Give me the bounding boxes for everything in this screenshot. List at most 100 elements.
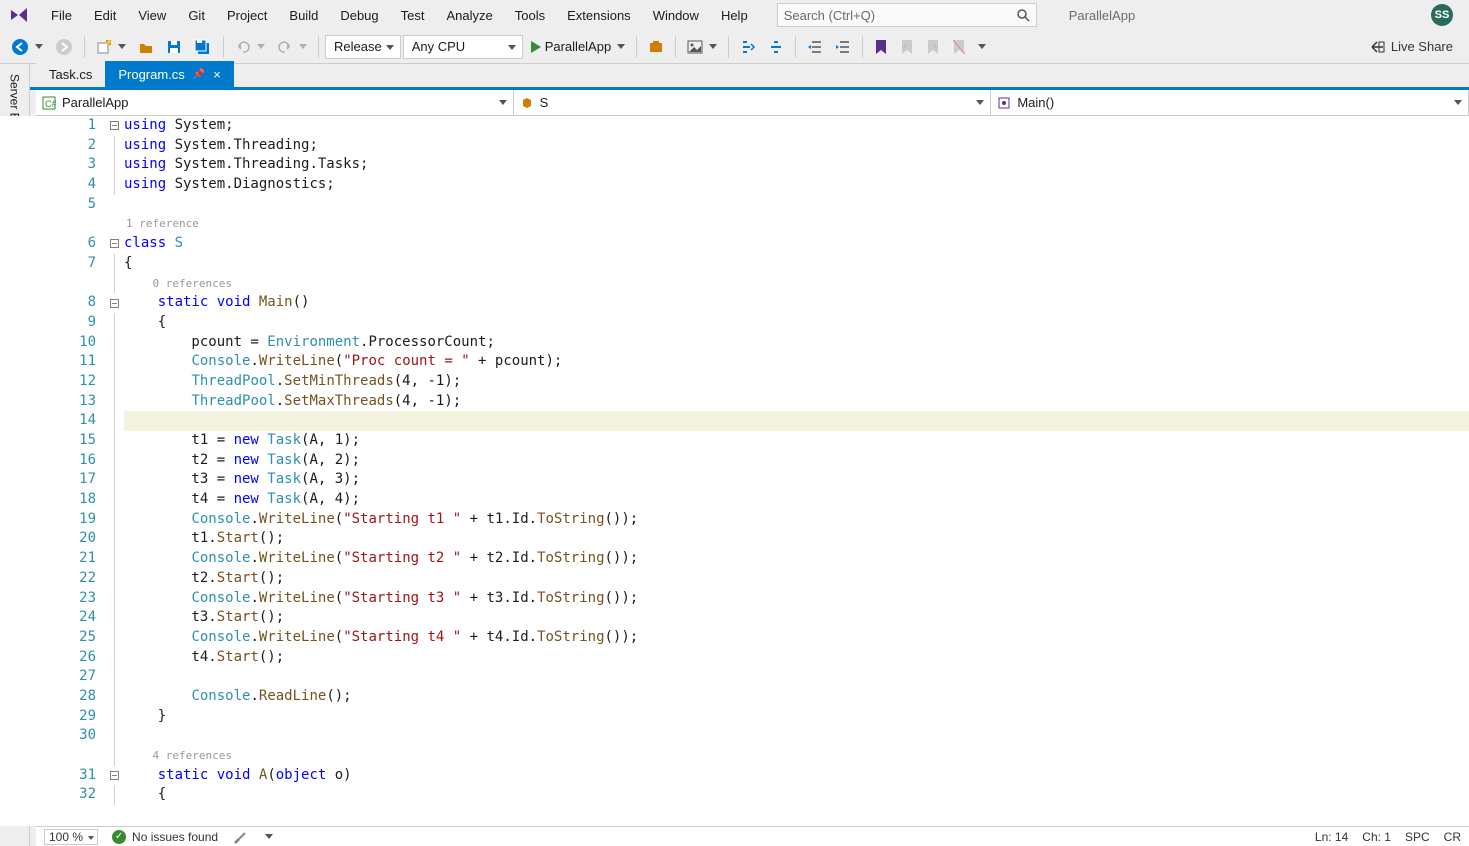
code-line[interactable]: t2.Start(); bbox=[124, 569, 1469, 589]
prev-bookmark-button[interactable] bbox=[895, 36, 919, 58]
nav-fwd-button[interactable] bbox=[50, 35, 78, 59]
bookmark-button[interactable] bbox=[869, 36, 893, 58]
code-line[interactable] bbox=[124, 667, 1469, 687]
code-line[interactable] bbox=[124, 411, 1469, 431]
ok-icon: ✓ bbox=[112, 830, 126, 844]
codelens[interactable]: 0 references bbox=[124, 274, 1469, 294]
code-line[interactable]: using System; bbox=[124, 116, 1469, 136]
start-button[interactable]: ParallelApp bbox=[525, 36, 631, 57]
codelens[interactable]: 4 references bbox=[124, 746, 1469, 766]
code-line[interactable]: pcount = Environment.ProcessorCount; bbox=[124, 333, 1469, 353]
user-avatar[interactable]: SS bbox=[1431, 4, 1453, 26]
image-icon-button[interactable] bbox=[682, 36, 722, 58]
code-line[interactable]: { bbox=[124, 785, 1469, 805]
brush-dropdown[interactable] bbox=[265, 834, 273, 839]
code-line[interactable] bbox=[124, 195, 1469, 215]
uncomment-button[interactable] bbox=[763, 36, 789, 58]
code-line[interactable]: using System.Threading.Tasks; bbox=[124, 155, 1469, 175]
save-button[interactable] bbox=[161, 36, 187, 58]
menu-git[interactable]: Git bbox=[177, 4, 216, 27]
save-all-button[interactable] bbox=[189, 36, 217, 58]
new-item-button[interactable] bbox=[91, 36, 131, 58]
code-line[interactable]: ThreadPool.SetMaxThreads(4, -1); bbox=[124, 392, 1469, 412]
menu-test[interactable]: Test bbox=[390, 4, 436, 27]
document-tab-row: Task.csProgram.cs📌× bbox=[0, 64, 1469, 90]
svg-text:C#: C# bbox=[45, 99, 56, 109]
cursor-col: Ch: 1 bbox=[1362, 830, 1391, 844]
redo-button[interactable] bbox=[272, 36, 312, 58]
code-content[interactable]: using System;using System.Threading;usin… bbox=[122, 116, 1469, 826]
editor-area: 1234567891011121314151617181920212223242… bbox=[0, 116, 1469, 826]
nav-project-combo[interactable]: C# ParallelApp bbox=[36, 90, 514, 115]
code-line[interactable]: t4.Start(); bbox=[124, 648, 1469, 668]
next-bookmark-button[interactable] bbox=[921, 36, 945, 58]
menu-help[interactable]: Help bbox=[710, 4, 759, 27]
pin-icon[interactable]: 📌 bbox=[193, 69, 205, 80]
line-number-gutter: 1234567891011121314151617181920212223242… bbox=[36, 116, 106, 826]
platform-combo[interactable]: Any CPU bbox=[403, 35, 523, 59]
toolbar-overflow-button[interactable] bbox=[973, 41, 991, 52]
code-line[interactable]: static void A(object o) bbox=[124, 766, 1469, 786]
code-line[interactable]: Console.WriteLine("Starting t3 " + t3.Id… bbox=[124, 589, 1469, 609]
config-combo[interactable]: Release bbox=[325, 35, 401, 59]
code-line[interactable]: t1 = new Task(A, 1); bbox=[124, 431, 1469, 451]
code-line[interactable]: static void Main() bbox=[124, 293, 1469, 313]
clear-bookmarks-button[interactable] bbox=[947, 36, 971, 58]
code-line[interactable]: t3.Start(); bbox=[124, 608, 1469, 628]
code-line[interactable] bbox=[124, 726, 1469, 746]
code-line[interactable]: { bbox=[124, 313, 1469, 333]
code-line[interactable]: Console.WriteLine("Starting t2 " + t2.Id… bbox=[124, 549, 1469, 569]
menu-edit[interactable]: Edit bbox=[83, 4, 127, 27]
nav-bar: C# ParallelApp S Main() bbox=[36, 90, 1469, 116]
code-line[interactable]: Console.ReadLine(); bbox=[124, 687, 1469, 707]
code-line[interactable]: Console.WriteLine("Starting t4 " + t4.Id… bbox=[124, 628, 1469, 648]
menu-build[interactable]: Build bbox=[278, 4, 329, 27]
nav-back-button[interactable] bbox=[6, 35, 48, 59]
indent-mode[interactable]: SPC bbox=[1405, 830, 1430, 844]
code-line[interactable]: t2 = new Task(A, 2); bbox=[124, 451, 1469, 471]
code-line[interactable]: t4 = new Task(A, 4); bbox=[124, 490, 1469, 510]
comment-out-button[interactable] bbox=[735, 36, 761, 58]
line-ending[interactable]: CR bbox=[1444, 830, 1461, 844]
menu-extensions[interactable]: Extensions bbox=[556, 4, 642, 27]
increase-indent-button[interactable] bbox=[830, 36, 856, 58]
toolbox-icon-button[interactable] bbox=[643, 36, 669, 58]
code-line[interactable]: using System.Diagnostics; bbox=[124, 175, 1469, 195]
code-line[interactable]: t1.Start(); bbox=[124, 529, 1469, 549]
undo-button[interactable] bbox=[230, 36, 270, 58]
menu-tools[interactable]: Tools bbox=[504, 4, 556, 27]
live-share-button[interactable]: Live Share bbox=[1359, 39, 1463, 55]
codelens[interactable]: 1 reference bbox=[124, 214, 1469, 234]
fold-column[interactable] bbox=[106, 116, 122, 826]
menu-view[interactable]: View bbox=[127, 4, 177, 27]
code-line[interactable]: Console.WriteLine("Starting t1 " + t1.Id… bbox=[124, 510, 1469, 530]
code-line[interactable]: t3 = new Task(A, 3); bbox=[124, 470, 1469, 490]
decrease-indent-button[interactable] bbox=[802, 36, 828, 58]
menu-project[interactable]: Project bbox=[216, 4, 278, 27]
method-icon bbox=[997, 96, 1011, 110]
csharp-project-icon: C# bbox=[42, 96, 56, 110]
code-line[interactable]: ThreadPool.SetMinThreads(4, -1); bbox=[124, 372, 1469, 392]
tab-program-cs[interactable]: Program.cs📌× bbox=[105, 61, 234, 87]
menu-window[interactable]: Window bbox=[642, 4, 710, 27]
search-input[interactable]: Search (Ctrl+Q) bbox=[777, 3, 1037, 27]
code-line[interactable]: { bbox=[124, 254, 1469, 274]
code-editor[interactable]: 1234567891011121314151617181920212223242… bbox=[36, 116, 1469, 826]
zoom-combo[interactable]: 100 % bbox=[44, 829, 98, 845]
class-icon bbox=[520, 96, 534, 110]
menu-file[interactable]: File bbox=[40, 4, 83, 27]
app-title: ParallelApp bbox=[1059, 4, 1146, 27]
open-button[interactable] bbox=[133, 36, 159, 58]
nav-member-combo[interactable]: Main() bbox=[991, 90, 1469, 115]
issues-status[interactable]: ✓ No issues found bbox=[112, 830, 218, 844]
menu-analyze[interactable]: Analyze bbox=[435, 4, 503, 27]
nav-class-combo[interactable]: S bbox=[514, 90, 992, 115]
code-line[interactable]: Console.WriteLine("Proc count = " + pcou… bbox=[124, 352, 1469, 372]
brush-icon[interactable] bbox=[232, 830, 248, 844]
code-line[interactable]: class S bbox=[124, 234, 1469, 254]
close-tab-icon[interactable]: × bbox=[213, 67, 221, 82]
menu-debug[interactable]: Debug bbox=[329, 4, 389, 27]
code-line[interactable]: } bbox=[124, 707, 1469, 727]
code-line[interactable]: using System.Threading; bbox=[124, 136, 1469, 156]
tab-task-cs[interactable]: Task.cs bbox=[36, 61, 105, 87]
